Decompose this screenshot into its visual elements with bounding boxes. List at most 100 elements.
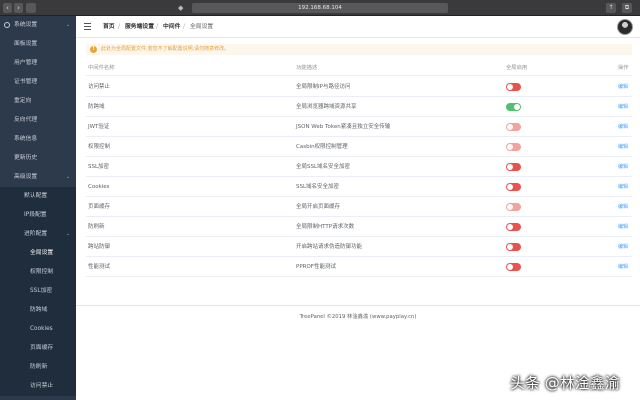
edit-link[interactable]: 编辑 [618,137,628,157]
global-enable-toggle[interactable] [506,83,521,91]
header-op: 操作 [618,65,629,71]
table-row: 跨站防御 开启跨站请求伪造防御功能 编辑 [86,237,632,257]
middleware-desc: 开启跨站请求伪造防御功能 [296,244,363,250]
sidebar-item-access-deny[interactable]: 访问禁止 [0,377,76,396]
forward-button[interactable]: › [14,3,23,13]
sidebar-toggle-icon[interactable] [26,3,36,13]
chevron-down-icon: ⌄ [65,174,70,180]
breadcrumb-separator: / [156,24,158,30]
sidebar-item-default-config[interactable]: 默认配置 [0,187,76,206]
middleware-desc: JSON Web Token紧凑且独立安全传输 [296,124,391,130]
edit-link[interactable]: 编辑 [618,237,628,257]
alert-text: 此处为全局配置文件,若您不了解配置说明,请勿随意修改。 [101,46,230,52]
middleware-name: 权限控制 [88,144,111,150]
sidebar-item-label: 重定向 [14,98,32,104]
sidebar-item-system-info[interactable]: 系统信息 [0,130,76,149]
sidebar-item-label: 用户管理 [14,60,38,66]
table-row: JWT验证 JSON Web Token紧凑且独立安全传输 编辑 [86,117,632,137]
toggle-knob [507,224,513,230]
edit-link[interactable]: 编辑 [618,157,628,177]
avatar[interactable] [617,19,633,35]
middleware-desc: 全局开启页面缓存 [296,204,341,210]
middleware-name: 防跨域 [88,104,105,110]
header-enabled: 全局启用 [506,65,528,71]
edit-link[interactable]: 编辑 [618,77,628,97]
top-bar: 首页 / 服务端设置 / 中间件 / 全局设置 [76,16,640,38]
global-enable-toggle[interactable] [506,243,521,251]
edit-link[interactable]: 编辑 [618,97,628,117]
breadcrumb-separator: / [183,24,185,30]
sidebar-item-label: 防跨域 [30,307,48,313]
sidebar-item-permission-control[interactable]: 权限控制 [0,263,76,282]
sidebar-item-label: SSL加密 [30,288,53,294]
edit-link[interactable]: 编辑 [618,197,628,217]
middleware-name: 性能测试 [88,264,111,270]
hamburger-icon[interactable] [84,23,91,30]
sidebar-item-label: 面板设置 [14,41,38,47]
sidebar-item-anti-cors[interactable]: 防跨域 [0,301,76,320]
edit-link[interactable]: 编辑 [618,117,628,137]
warning-icon: ! [90,46,97,53]
sidebar-item-label: 全局设置 [30,250,54,256]
global-enable-toggle[interactable] [506,103,521,111]
table-row: 防跨域 全局浏览器跨域资源共享 编辑 [86,97,632,117]
edit-link[interactable]: 编辑 [618,257,628,277]
breadcrumb-server-settings[interactable]: 服务端设置 [125,16,154,38]
global-enable-toggle[interactable] [506,263,521,271]
sidebar-item-label: 高级设置 [14,174,38,180]
sidebar-item-anti-refresh[interactable]: 防刷新 [0,358,76,377]
sidebar-item-update-history[interactable]: 更新历史 [0,149,76,168]
global-enable-toggle[interactable] [506,123,521,131]
table-header: 中间件名称 功能描述 全局启用 操作 [86,60,632,76]
middleware-name: 访问禁止 [88,84,111,90]
sidebar-item-ssl-encrypt[interactable]: SSL加密 [0,282,76,301]
global-enable-toggle[interactable] [506,203,521,211]
edit-link[interactable]: 编辑 [618,177,628,197]
watermark: 头条 @林淦鑫渝 [510,374,620,392]
sidebar-item-system-settings[interactable]: 系统设置 ⌄ [0,16,76,35]
edit-link[interactable]: 编辑 [618,217,628,237]
toggle-knob [507,124,513,130]
middleware-desc: SSL域名安全加密 [296,184,340,190]
breadcrumb-separator: / [118,24,120,30]
global-enable-toggle[interactable] [506,143,521,151]
share-icon[interactable]: ↑ [606,3,616,13]
sidebar-item-cert-management[interactable]: 证书管理 [0,73,76,92]
sidebar-item-global-settings[interactable]: 全局设置 [0,244,76,263]
table-row: SSL加密 全局SSL域名安全加密 编辑 [86,157,632,177]
sidebar-item-reverse-proxy[interactable]: 反向代理 [0,111,76,130]
breadcrumb-current: 全局设置 [190,24,214,30]
sidebar-item-redirect[interactable]: 重定向 [0,92,76,111]
middleware-desc: PPROF性能测试 [296,264,336,270]
table-row: 权限控制 Casbin权限控制管理 编辑 [86,137,632,157]
global-enable-toggle[interactable] [506,223,521,231]
toggle-knob [507,204,513,210]
back-button[interactable]: ‹ [3,3,12,13]
toggle-knob [507,184,513,190]
chevron-down-icon: ⌄ [65,231,70,237]
sidebar-item-label: Cookies [30,326,53,332]
sidebar-item-advanced-config[interactable]: 进阶配置 ⌄ [0,225,76,244]
sidebar-item-page-cache[interactable]: 页面缓存 [0,339,76,358]
sidebar-item-label: 默认配置 [24,193,48,199]
footer-divider [76,305,640,306]
toggle-knob [507,244,513,250]
sidebar-item-cookies[interactable]: Cookies [0,320,76,339]
toggle-knob [514,104,520,110]
toggle-knob [507,144,513,150]
header-desc: 功能描述 [296,65,318,71]
sidebar-item-ip-config[interactable]: IP段配置 [0,206,76,225]
sidebar-item-advanced-settings[interactable]: 高级设置 ⌄ [0,168,76,187]
table-row: 性能测试 PPROF性能测试 编辑 [86,257,632,277]
breadcrumb-home[interactable]: 首页 [103,16,115,38]
sidebar-item-user-management[interactable]: 用户管理 [0,54,76,73]
breadcrumb-middleware[interactable]: 中间件 [163,16,180,38]
global-enable-toggle[interactable] [506,183,521,191]
sidebar-item-panel-settings[interactable]: 面板设置 [0,35,76,54]
address-bar[interactable]: 192.168.68.104 [192,3,448,13]
toggle-knob [507,264,513,270]
sidebar-item-label: 防刷新 [30,364,48,370]
middleware-desc: 全局SSL域名安全加密 [296,164,351,170]
global-enable-toggle[interactable] [506,163,521,171]
tabs-icon[interactable]: ⧉ [622,3,632,13]
